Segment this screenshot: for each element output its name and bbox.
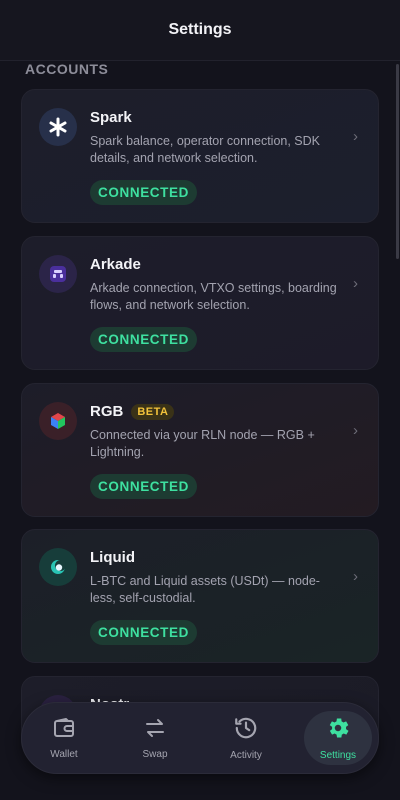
chevron-right-icon: ›	[353, 128, 358, 145]
liquid-moon-icon	[39, 548, 77, 586]
account-title: Spark	[90, 109, 132, 126]
account-title: RGB BETA	[90, 403, 175, 420]
beta-badge: BETA	[131, 403, 175, 420]
chevron-right-icon: ›	[353, 568, 358, 585]
status-badge: CONNECTED	[90, 327, 197, 352]
nav-item-settings[interactable]: Settings	[304, 711, 372, 765]
nav-label: Wallet	[50, 749, 78, 760]
swap-arrows-icon	[143, 716, 167, 745]
rgb-cube-icon	[39, 402, 77, 440]
status-badge: CONNECTED	[90, 620, 197, 645]
account-name: Arkade	[90, 256, 141, 273]
account-title: Arkade	[90, 256, 141, 273]
bottom-nav: Wallet Swap Activity Settings	[21, 702, 379, 774]
section-heading-accounts: ACCOUNTS	[25, 61, 109, 77]
account-card-arkade[interactable]: Arkade Arkade connection, VTXO settings,…	[21, 236, 379, 370]
nav-item-swap[interactable]: Swap	[121, 711, 189, 765]
page-title: Settings	[168, 21, 232, 38]
account-card-rgb[interactable]: RGB BETA Connected via your RLN node — R…	[21, 383, 379, 517]
top-bar: Settings	[0, 0, 400, 61]
nav-label: Swap	[142, 749, 168, 760]
chevron-right-icon: ›	[353, 422, 358, 439]
account-card-liquid[interactable]: Liquid L-BTC and Liquid assets (USDt) — …	[21, 529, 379, 663]
nav-item-wallet[interactable]: Wallet	[30, 711, 98, 765]
history-clock-icon	[233, 715, 259, 746]
account-name: RGB	[90, 403, 124, 420]
chevron-right-icon: ›	[353, 275, 358, 292]
status-badge: CONNECTED	[90, 180, 197, 205]
account-name: Spark	[90, 109, 132, 126]
scrollbar[interactable]	[396, 64, 399, 259]
spark-asterisk-icon	[39, 108, 77, 146]
account-description: Spark balance, operator connection, SDK …	[90, 134, 320, 165]
account-title: Liquid	[90, 549, 135, 566]
wallet-icon	[52, 716, 76, 745]
account-description: Arkade connection, VTXO settings, boardi…	[90, 281, 337, 312]
nav-label: Settings	[319, 750, 357, 761]
account-description: L-BTC and Liquid assets (USDt) — node-le…	[90, 574, 320, 605]
account-description: Connected via your RLN node — RGB + Ligh…	[90, 428, 315, 459]
nav-label: Activity	[230, 750, 262, 761]
arkade-logo-icon	[39, 255, 77, 293]
account-card-spark[interactable]: Spark Spark balance, operator connection…	[21, 89, 379, 223]
nav-item-activity[interactable]: Activity	[212, 711, 280, 765]
gear-icon	[325, 715, 351, 746]
status-badge: CONNECTED	[90, 474, 197, 499]
account-name: Liquid	[90, 549, 135, 566]
